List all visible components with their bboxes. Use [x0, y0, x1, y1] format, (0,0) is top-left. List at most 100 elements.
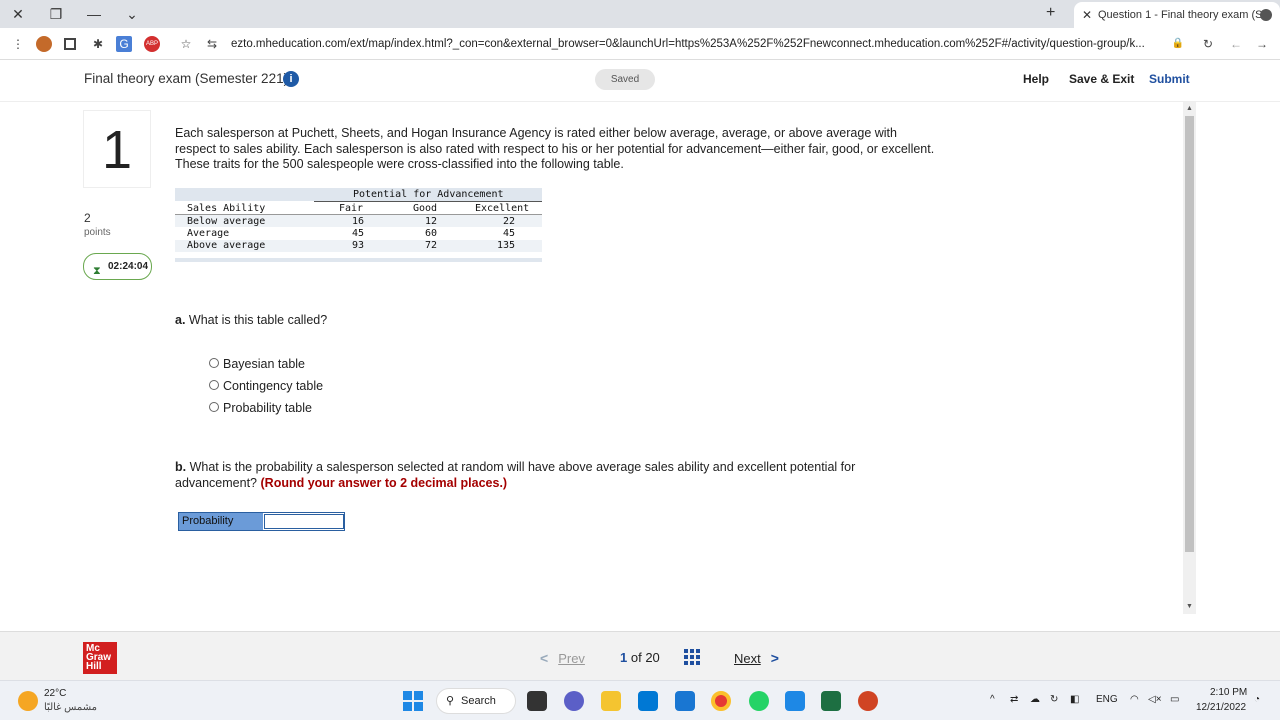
table-row-label: Below average	[187, 216, 266, 227]
translate-icon[interactable]: G	[116, 36, 132, 52]
table-row-label: Average	[187, 228, 230, 239]
notifications-icon[interactable]: ◔	[1254, 694, 1260, 705]
adblock-icon[interactable]: ABP	[144, 36, 160, 52]
url-field[interactable]: ezto.mheducation.com/ext/map/index.html?…	[231, 28, 1166, 60]
table-divider	[175, 214, 542, 215]
back-arrow-icon[interactable]: ←	[1228, 36, 1244, 52]
menu-dots-icon[interactable]: ⋮	[10, 36, 26, 52]
weather-description: مشمس غالبًا	[44, 702, 97, 713]
mail-icon[interactable]	[675, 691, 695, 711]
option-label: Contingency table	[223, 379, 324, 393]
close-tab-icon[interactable]: ✕	[1082, 2, 1092, 28]
option-probability-table[interactable]: Probability table	[209, 401, 312, 415]
language-indicator[interactable]: ENG	[1096, 694, 1118, 705]
part-a-prompt: a. What is this table called?	[175, 313, 327, 327]
globe-icon	[1260, 9, 1272, 21]
scrollbar-thumb[interactable]	[1185, 116, 1194, 552]
browser-tab[interactable]: ✕ Question 1 - Final theory exam (S	[1074, 2, 1280, 28]
table-divider	[314, 201, 542, 202]
table-cell: 12	[425, 216, 438, 227]
table-column-header: Good	[413, 203, 438, 214]
prev-button[interactable]: < Prev	[540, 650, 585, 666]
part-a-letter: a.	[175, 313, 186, 327]
contingency-data-table: Potential for Advancement Sales Ability …	[175, 188, 542, 263]
sidebar-icon[interactable]	[64, 38, 76, 50]
exam-title: Final theory exam (Semester 221)	[84, 71, 289, 86]
media-icon[interactable]: ◧	[1070, 694, 1079, 705]
radio-button[interactable]	[209, 380, 219, 390]
info-icon[interactable]: i	[283, 71, 299, 87]
os-taskbar: 22°C مشمس غالبًا ⚲ Search ^ ⇄ ☁ ↻ ◧ ENG …	[0, 680, 1280, 720]
volume-muted-icon[interactable]: ◁×	[1148, 694, 1162, 705]
scroll-up-icon[interactable]: ▲	[1183, 103, 1196, 115]
chevron-down-icon[interactable]: ⌄	[122, 4, 142, 24]
restore-window-icon[interactable]: ❐	[46, 4, 66, 24]
search-icon: ⚲	[446, 695, 455, 707]
search-label: Search	[461, 695, 496, 707]
help-link[interactable]: Help	[1023, 72, 1049, 86]
chevron-up-icon[interactable]: ^	[990, 694, 995, 705]
save-exit-button[interactable]: Save & Exit	[1069, 72, 1134, 86]
question-grid-icon[interactable]	[684, 649, 700, 665]
chevron-right-icon: >	[770, 650, 779, 666]
radio-button[interactable]	[209, 358, 219, 368]
teams-chat-icon[interactable]	[564, 691, 584, 711]
clock-time[interactable]: 2:10 PM	[1210, 687, 1247, 698]
total-pages: 20	[645, 650, 660, 665]
prev-label: Prev	[558, 651, 585, 666]
timer: ⧗ 02:24:04	[83, 253, 152, 280]
profile-avatar-icon[interactable]	[36, 36, 52, 52]
close-window-icon[interactable]: ✕	[8, 4, 28, 24]
network-tray-icon[interactable]: ⇄	[1010, 694, 1018, 705]
table-column-header: Excellent	[475, 203, 530, 214]
battery-icon[interactable]: ▭	[1170, 694, 1179, 705]
points-label: points	[84, 227, 111, 238]
option-contingency-table[interactable]: Contingency table	[209, 379, 323, 393]
probability-input[interactable]	[264, 514, 344, 529]
app-header: Final theory exam (Semester 221) i Saved…	[0, 60, 1280, 102]
minimize-window-icon[interactable]: —	[84, 4, 104, 24]
table-cell: 16	[352, 216, 365, 227]
reload-icon[interactable]: ↻	[1200, 36, 1216, 52]
taskbar-search[interactable]: ⚲ Search	[436, 688, 516, 714]
onedrive-icon[interactable]: ☁	[1030, 694, 1040, 705]
submit-button[interactable]: Submit	[1149, 72, 1190, 86]
excel-icon[interactable]	[821, 691, 841, 711]
tab-title: Question 1 - Final theory exam (S	[1098, 9, 1263, 21]
table-cell: 135	[497, 240, 516, 251]
file-explorer-icon[interactable]	[601, 691, 621, 711]
chrome-icon[interactable]	[711, 691, 731, 711]
next-label: Next	[734, 651, 761, 666]
next-button[interactable]: Next >	[734, 650, 779, 666]
radio-button[interactable]	[209, 402, 219, 412]
paint-icon[interactable]	[785, 691, 805, 711]
bookmark-star-icon[interactable]: ☆	[178, 36, 194, 52]
table-group-header: Potential for Advancement	[353, 189, 504, 200]
table-row-header: Sales Ability	[187, 203, 266, 214]
start-menu-icon[interactable]	[403, 691, 423, 711]
part-b-prompt: b. What is the probability a salesperson…	[175, 460, 935, 491]
saved-status-badge: Saved	[595, 69, 655, 90]
site-info-icon[interactable]: ⇆	[204, 36, 220, 52]
wifi-icon[interactable]: ◠	[1130, 694, 1139, 705]
sync-icon[interactable]: ↻	[1050, 694, 1058, 705]
weather-sun-icon[interactable]	[18, 691, 38, 711]
part-a-text: What is this table called?	[188, 313, 328, 327]
store-icon[interactable]	[638, 691, 658, 711]
scroll-down-icon[interactable]: ▼	[1183, 601, 1196, 613]
mcgraw-hill-logo: Mc Graw Hill	[83, 642, 117, 674]
clock-date[interactable]: 12/21/2022	[1196, 702, 1246, 713]
option-bayesian-table[interactable]: Bayesian table	[209, 357, 305, 371]
chevron-left-icon: <	[540, 650, 549, 666]
extensions-icon[interactable]: ✱	[90, 36, 106, 52]
powerpoint-icon[interactable]	[858, 691, 878, 711]
timer-value: 02:24:04	[108, 261, 149, 272]
question-text: Each salesperson at Puchett, Sheets, and…	[175, 126, 935, 171]
whatsapp-icon[interactable]	[749, 691, 769, 711]
forward-arrow-icon[interactable]: →	[1254, 36, 1270, 52]
option-label: Probability table	[223, 401, 312, 415]
new-tab-icon[interactable]: +	[1046, 4, 1055, 22]
task-view-icon[interactable]	[527, 691, 547, 711]
part-b-letter: b.	[175, 460, 187, 474]
table-cell: 93	[352, 240, 365, 251]
